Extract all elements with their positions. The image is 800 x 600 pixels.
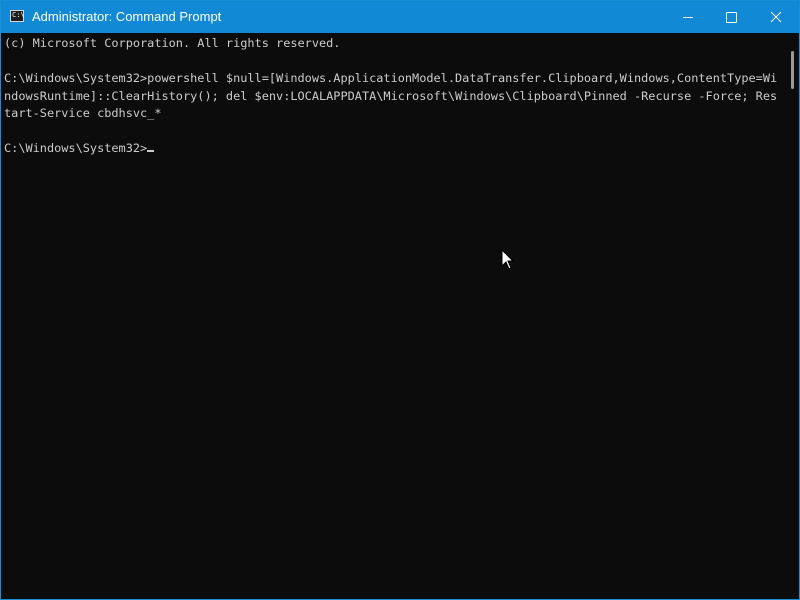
mouse-pointer-icon xyxy=(501,249,515,270)
command-prompt-window: C:\ Administrator: Command Prompt (c) Mi… xyxy=(0,0,800,600)
command-prompt: C:\Windows\System32> xyxy=(4,141,148,155)
minimize-button[interactable] xyxy=(665,1,711,33)
console-output[interactable]: (c) Microsoft Corporation. All rights re… xyxy=(1,33,787,599)
prompt-line[interactable]: C:\Windows\System32> xyxy=(4,140,787,158)
window-title: Administrator: Command Prompt xyxy=(32,9,222,24)
title-bar[interactable]: C:\ Administrator: Command Prompt xyxy=(1,1,799,33)
minimize-icon xyxy=(683,17,693,18)
close-icon xyxy=(770,11,782,23)
close-button[interactable] xyxy=(753,1,799,33)
scrollbar-thumb[interactable] xyxy=(791,51,794,89)
console-line: (c) Microsoft Corporation. All rights re… xyxy=(4,36,341,50)
maximize-icon xyxy=(726,12,737,23)
command-prompt-icon[interactable]: C:\ xyxy=(10,10,25,22)
text-cursor xyxy=(147,150,155,152)
console-line: C:\Windows\System32>powershell $null=[Wi… xyxy=(4,71,778,85)
console-line: tart-Service cbdhsvc_* xyxy=(4,106,162,120)
vertical-scrollbar[interactable] xyxy=(787,33,799,599)
console-line: ndowsRuntime]::ClearHistory(); del $env:… xyxy=(4,88,778,103)
maximize-button[interactable] xyxy=(708,1,754,33)
